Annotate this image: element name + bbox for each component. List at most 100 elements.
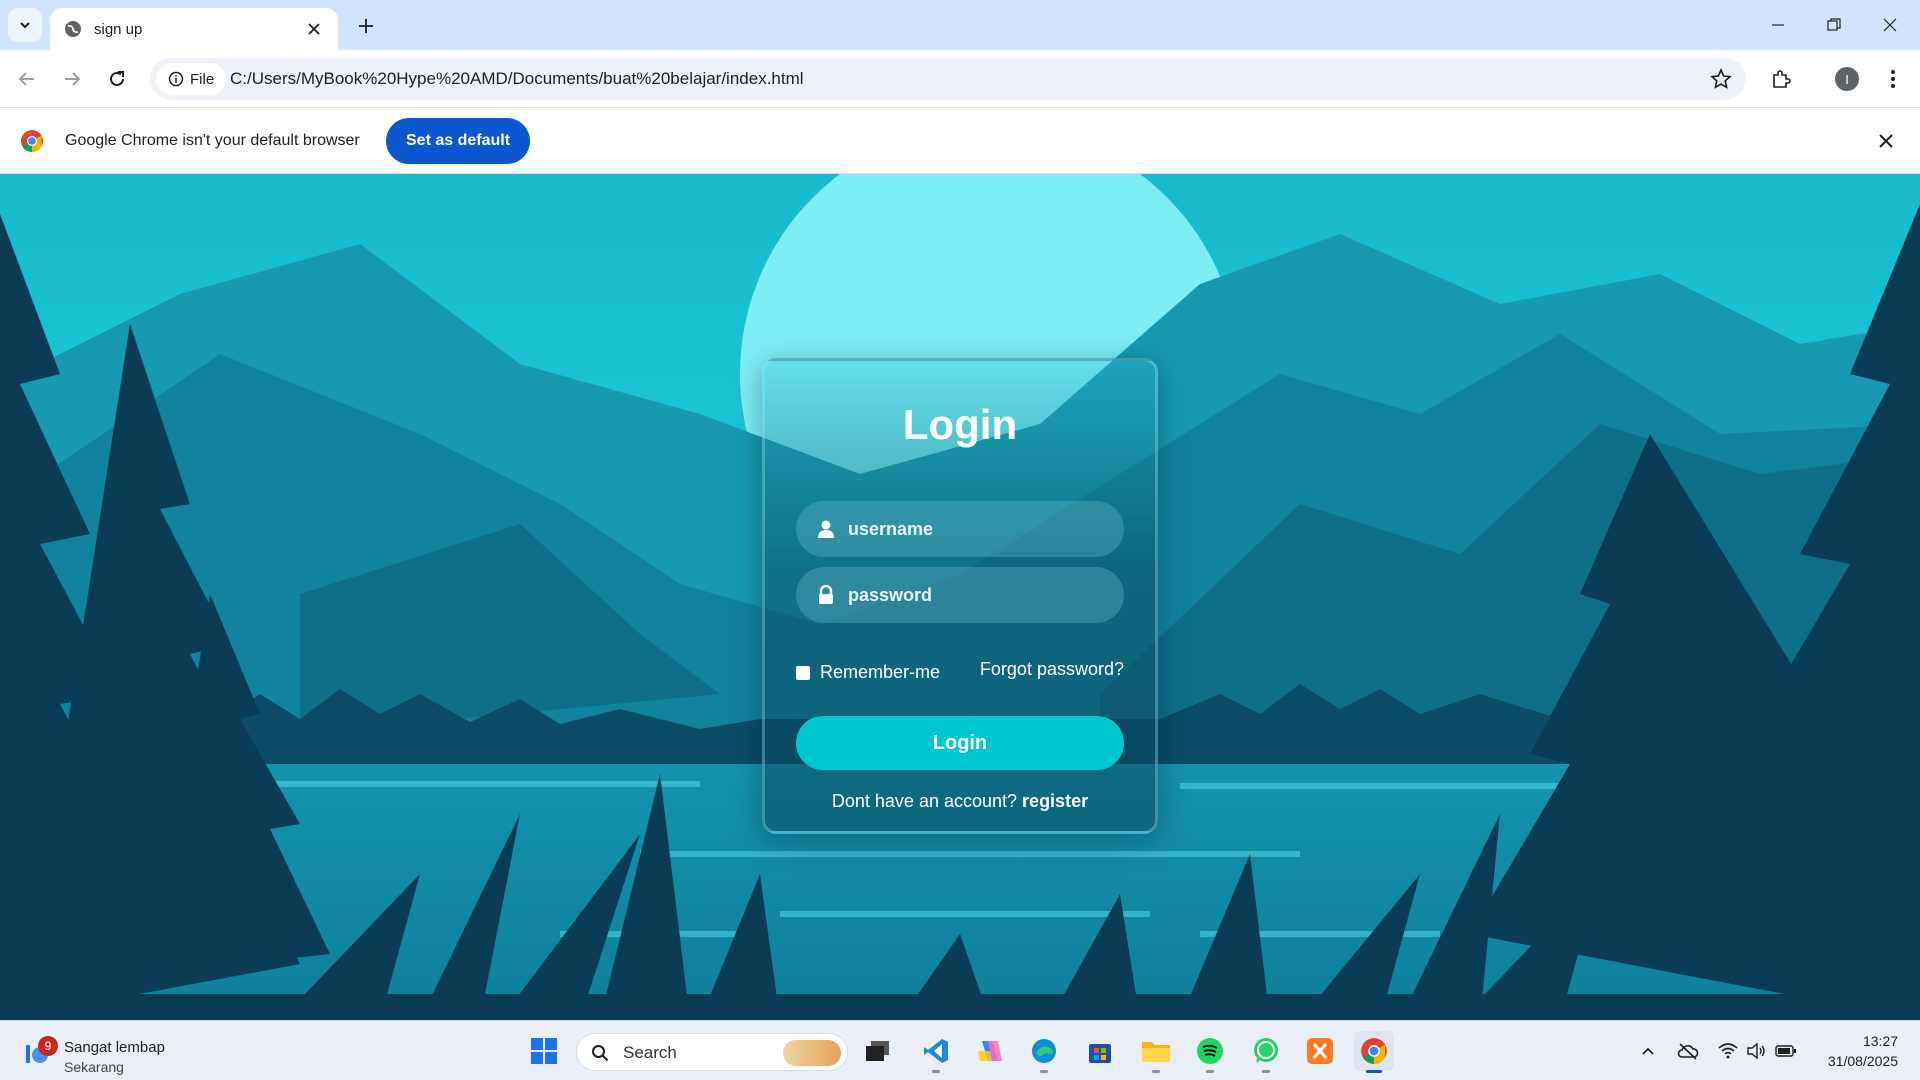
info-icon (168, 71, 184, 87)
reload-button[interactable] (100, 62, 134, 96)
user-icon (818, 520, 834, 538)
remember-me[interactable]: Remember-me (796, 662, 940, 683)
browser-toolbar: File C:/Users/MyBook%20Hype%20AMD/Docume… (0, 50, 1920, 108)
task-view-icon (866, 1041, 889, 1061)
profile-button[interactable]: I (1830, 62, 1864, 96)
start-button[interactable] (524, 1031, 564, 1071)
volume-status[interactable] (1744, 1039, 1768, 1063)
microsoft-store-app[interactable] (1080, 1031, 1120, 1071)
onedrive-status[interactable] (1676, 1039, 1700, 1063)
taskbar: 9 Sangat lembap Sekarang Search 13:27 31… (0, 1020, 1920, 1080)
tab-close-button[interactable] (304, 19, 324, 39)
whatsapp-icon (1254, 1038, 1278, 1063)
site-info-chip[interactable]: File (156, 63, 227, 95)
taskbar-search[interactable]: Search (576, 1033, 848, 1071)
close-icon (1883, 18, 1897, 32)
vscode-icon (924, 1039, 948, 1063)
restore-button[interactable] (1806, 0, 1862, 50)
speaker-icon (1747, 1043, 1765, 1059)
login-title: Login (902, 401, 1018, 448)
folder-icon (1142, 1042, 1170, 1062)
restore-icon (1827, 18, 1841, 31)
xampp-icon (1307, 1038, 1333, 1064)
password-input[interactable] (848, 584, 1108, 606)
menu-button[interactable] (1876, 62, 1910, 96)
copilot-app[interactable] (970, 1031, 1010, 1071)
chrome-logo-icon (21, 130, 43, 152)
cloud-off-icon (1677, 1043, 1699, 1060)
login-card: Login Remember-me Forgot password? Login… (762, 358, 1158, 834)
username-input[interactable] (848, 518, 1108, 540)
username-field[interactable] (796, 501, 1124, 557)
running-indicator (1040, 1070, 1048, 1073)
lock-icon (819, 585, 833, 604)
chevron-up-icon (1642, 1047, 1654, 1055)
whatsapp-app[interactable] (1246, 1031, 1286, 1073)
close-window-button[interactable] (1862, 0, 1918, 50)
copilot-icon (978, 1041, 1002, 1061)
globe-icon (65, 21, 81, 37)
chrome-app[interactable] (1354, 1031, 1394, 1073)
extensions-button[interactable] (1764, 62, 1798, 96)
running-indicator (932, 1070, 940, 1073)
minimize-button[interactable] (1750, 0, 1806, 50)
running-indicator (1152, 1070, 1160, 1073)
default-browser-infobar: Google Chrome isn't your default browser… (0, 108, 1920, 174)
address-bar[interactable]: File C:/Users/MyBook%20Hype%20AMD/Docume… (150, 58, 1746, 100)
register-prompt: Dont have an account? register (765, 791, 1155, 812)
page-viewport: Login Remember-me Forgot password? Login… (0, 174, 1920, 1020)
windows-icon (531, 1038, 557, 1064)
back-button[interactable] (10, 62, 44, 96)
battery-status[interactable] (1774, 1039, 1798, 1063)
register-link[interactable]: register (1022, 791, 1088, 811)
more-vertical-icon (1891, 70, 1895, 88)
edge-app[interactable] (1024, 1031, 1064, 1073)
edge-icon (1032, 1039, 1056, 1063)
new-tab-button[interactable] (352, 12, 380, 40)
search-icon (592, 1045, 609, 1062)
plus-icon (359, 19, 373, 33)
chrome-icon (1361, 1038, 1387, 1064)
battery-icon (1775, 1045, 1796, 1057)
tab-search-button[interactable] (8, 8, 42, 42)
clock-time: 13:27 (1862, 1033, 1898, 1049)
login-button[interactable]: Login (796, 716, 1124, 770)
tab-strip: sign up (0, 0, 1920, 50)
site-info-label: File (190, 70, 215, 88)
close-icon (308, 23, 320, 35)
spotify-app[interactable] (1190, 1031, 1230, 1073)
weather-subtitle: Sekarang (64, 1059, 124, 1075)
clock[interactable]: 13:27 31/08/2025 (1828, 1031, 1898, 1071)
wifi-status[interactable] (1716, 1039, 1740, 1063)
running-indicator (1206, 1070, 1214, 1073)
search-highlight-image (783, 1040, 841, 1066)
remember-me-checkbox[interactable] (796, 665, 810, 680)
forgot-password-link[interactable]: Forgot password? (980, 659, 1124, 680)
arrow-left-icon (18, 72, 34, 86)
search-label: Search (623, 1043, 677, 1062)
store-icon (1089, 1044, 1111, 1063)
wifi-icon (1718, 1043, 1738, 1059)
vscode-app[interactable] (916, 1031, 956, 1073)
forward-button[interactable] (55, 62, 89, 96)
weather-widget[interactable]: 9 Sangat lembap Sekarang (20, 1029, 200, 1075)
browser-tab[interactable]: sign up (50, 8, 338, 50)
remember-me-label: Remember-me (820, 662, 941, 682)
url-text[interactable]: C:/Users/MyBook%20Hype%20AMD/Documents/b… (230, 58, 804, 100)
tab-title: sign up (94, 20, 143, 38)
minimize-icon (1772, 24, 1784, 26)
set-as-default-button[interactable]: Set as default (386, 118, 531, 164)
task-view-button[interactable] (858, 1031, 898, 1071)
show-hidden-icons-button[interactable] (1636, 1039, 1660, 1063)
notification-badge: 9 (38, 1036, 58, 1056)
infobar-close-button[interactable] (1874, 129, 1898, 153)
infobar-message: Google Chrome isn't your default browser (65, 132, 360, 149)
password-field[interactable] (796, 567, 1124, 623)
close-icon (1879, 134, 1893, 148)
xampp-app[interactable] (1300, 1031, 1340, 1071)
chevron-down-icon (20, 22, 30, 29)
file-explorer-app[interactable] (1136, 1031, 1176, 1073)
running-indicator (1366, 1070, 1382, 1073)
arrow-right-icon (65, 72, 81, 86)
bookmark-star-icon[interactable] (1710, 68, 1732, 90)
